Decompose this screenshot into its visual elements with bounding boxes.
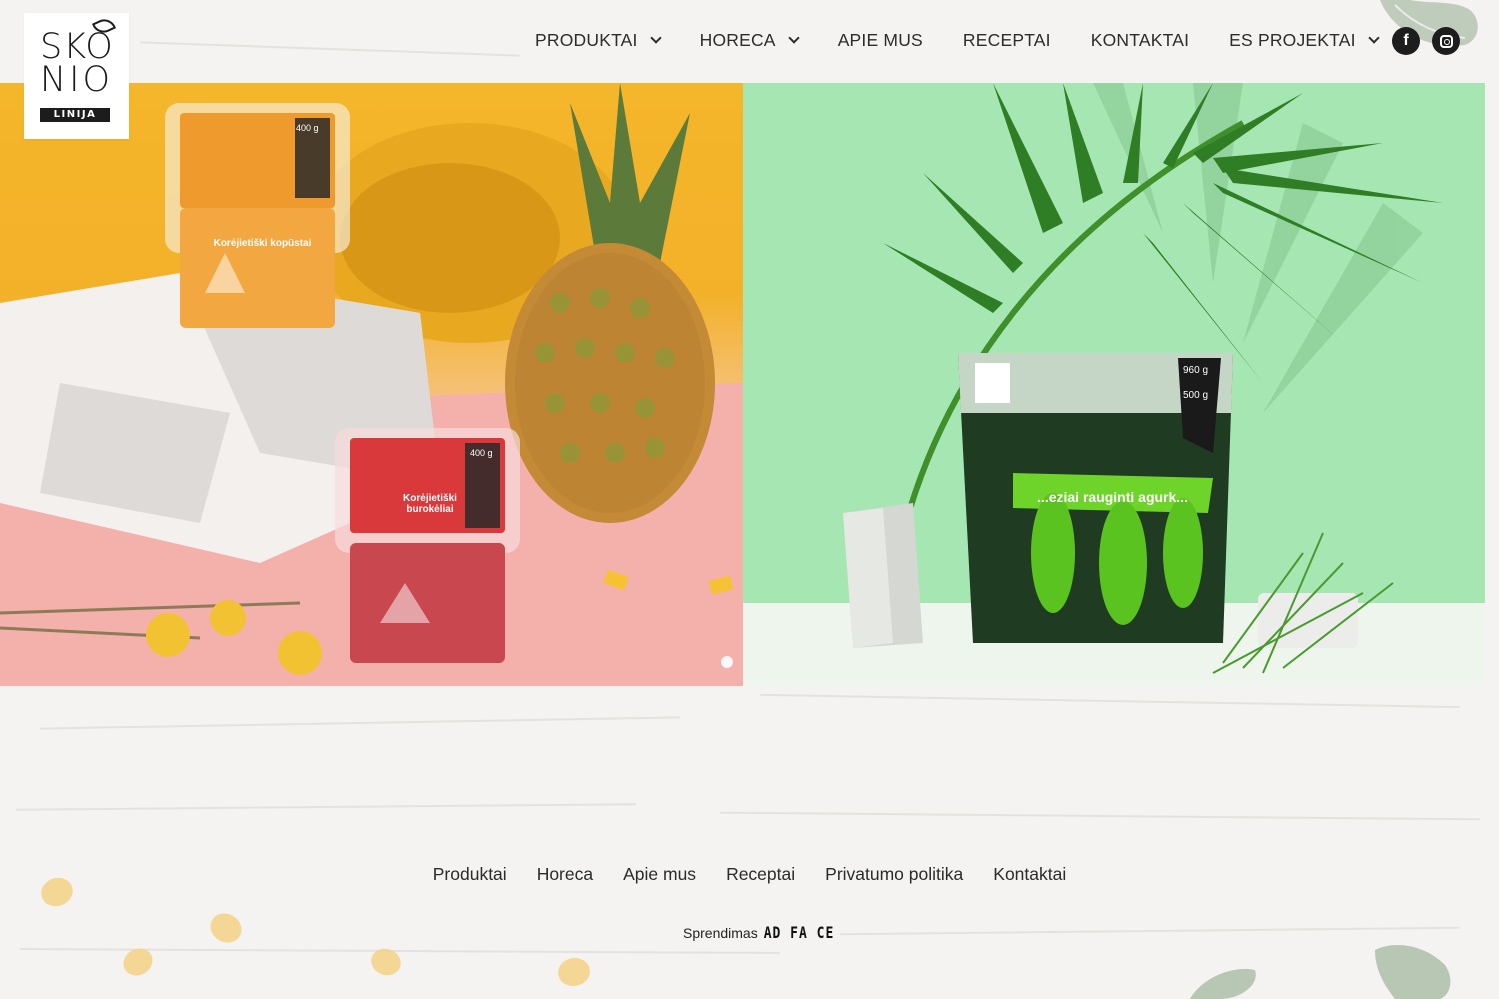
facebook-icon[interactable]: f [1392, 27, 1420, 55]
footer-credit: Sprendimas AD FA CE [683, 924, 835, 943]
nav-item-receptai[interactable]: RECEPTAI [963, 28, 1051, 52]
credit-text: Sprendimas [683, 925, 758, 941]
bag-weight-bottom: 500 g [1183, 390, 1209, 401]
product-photo-right [743, 83, 1485, 686]
nav-label: PRODUKTAI [535, 29, 638, 50]
paper-texture [840, 926, 1460, 936]
nav-label: RECEPTAI [962, 29, 1051, 50]
product-label-kopustai: Korėjietiški kopūstai [213, 238, 312, 249]
chevron-down-icon [788, 32, 800, 44]
falling-leaves-icon [41, 877, 590, 987]
nav-item-horeca[interactable]: HORECA [699, 28, 800, 52]
adface-logo[interactable]: AD FA CE [764, 924, 835, 943]
product-weight-top: 400 g [296, 123, 319, 133]
chevron-down-icon [649, 32, 662, 44]
logo-wordmark: SKO NIO [40, 30, 116, 100]
hero-slide-korean-salads: Korėjietiški kopūstai 400 g Korėjietiški… [0, 83, 743, 686]
footer-link-receptai[interactable]: Receptai [726, 864, 795, 885]
leaf-decoration-icon [1190, 945, 1451, 999]
hero-slide-pickled-cucumbers: ...eziai rauginti agurk... 960 g 500 g [743, 83, 1485, 686]
logo-line-2: NIO [40, 60, 114, 100]
product-weight-bottom: 400 g [470, 448, 493, 458]
nav-item-es-projektai[interactable]: ES PROJEKTAI [1229, 28, 1380, 52]
paper-texture [16, 803, 636, 811]
chevron-down-icon [1368, 32, 1380, 44]
nav-label: KONTAKTAI [1090, 29, 1190, 50]
nav-label: ES PROJEKTAI [1229, 29, 1356, 50]
paper-texture [40, 716, 680, 730]
main-navigation: PRODUKTAI HORECA APIE MUS RECEPTAI KONTA… [535, 28, 1418, 52]
nav-item-apie-mus[interactable]: APIE MUS [838, 28, 923, 52]
paper-texture [720, 811, 1480, 821]
site-header: SKO NIO LINIJA PRODUKTAI HORECA APIE MUS… [0, 0, 1499, 139]
brand-logo[interactable]: SKO NIO LINIJA [24, 13, 129, 139]
instagram-icon[interactable] [1432, 27, 1460, 55]
paper-texture [760, 693, 1460, 709]
nav-label: HORECA [699, 29, 776, 50]
product-label-burokeliai: Korėjietiški burokėliai [403, 493, 457, 515]
hero-carousel[interactable]: Korėjietiški kopūstai 400 g Korėjietiški… [0, 83, 1485, 686]
nav-item-kontaktai[interactable]: KONTAKTAI [1091, 28, 1189, 52]
bag-label: ...eziai rauginti agurk... [1037, 489, 1188, 505]
bag-weight-top: 960 g [1183, 365, 1209, 376]
logo-subtitle: LINIJA [40, 108, 110, 122]
footer-link-privatumo-politika[interactable]: Privatumo politika [825, 864, 963, 885]
carousel-dot-active[interactable] [721, 656, 733, 668]
nav-item-produktai[interactable]: PRODUKTAI [535, 28, 662, 52]
nav-label: APIE MUS [837, 29, 923, 50]
product-photo-left [0, 83, 743, 686]
footer-link-kontaktai[interactable]: Kontaktai [993, 864, 1066, 885]
footer-link-apie-mus[interactable]: Apie mus [623, 864, 696, 885]
